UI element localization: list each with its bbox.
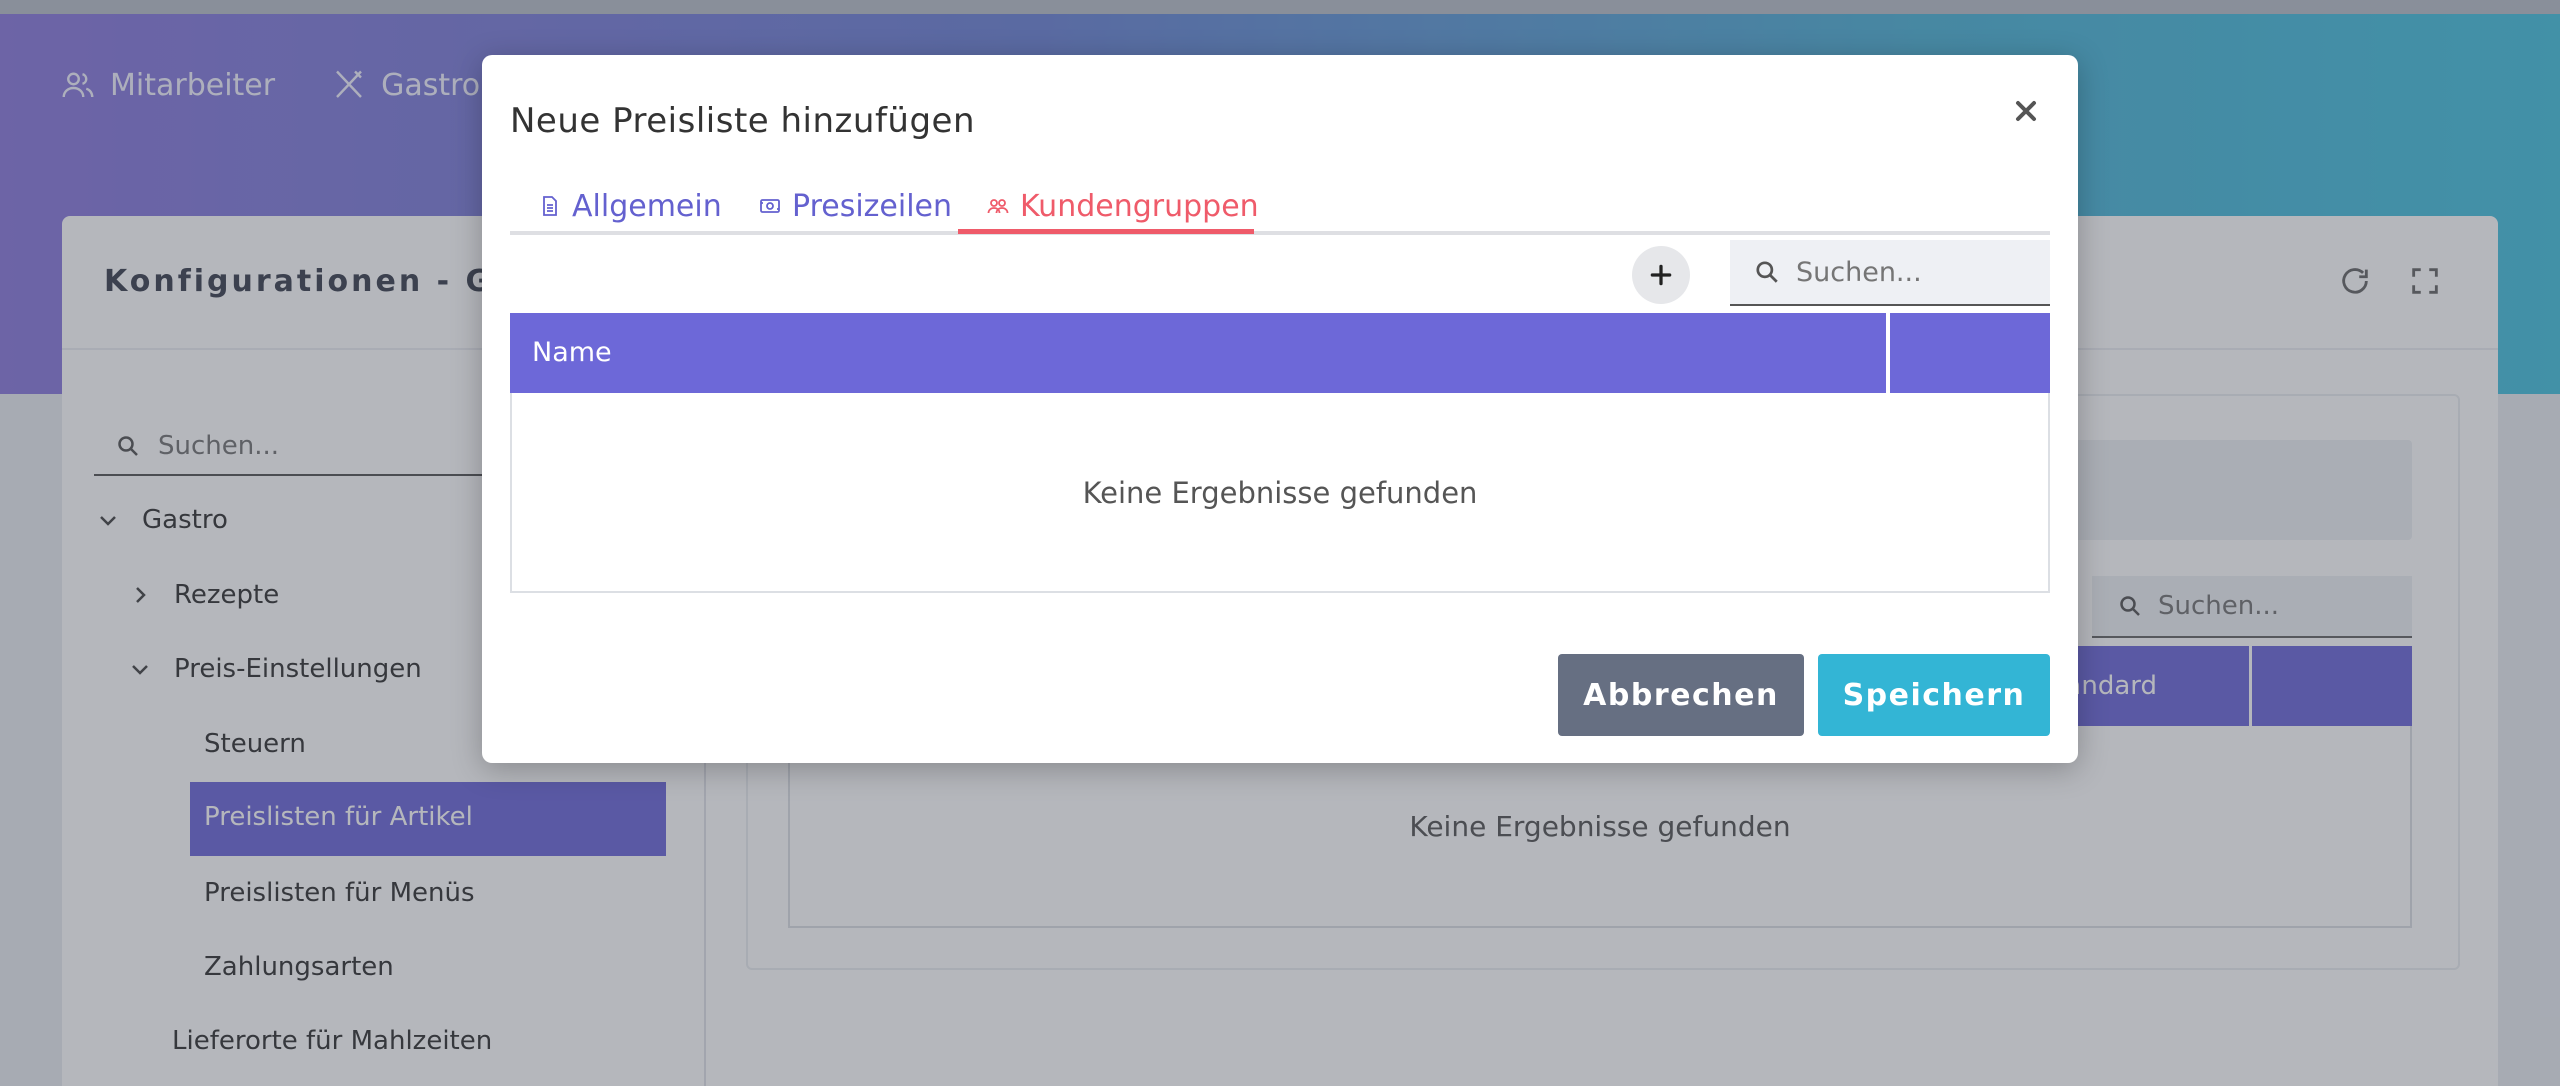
tab-label: Kundengruppen	[1020, 188, 1259, 224]
plus-icon	[1650, 264, 1672, 286]
tabs-baseline	[510, 231, 2050, 235]
close-icon	[2016, 101, 2036, 121]
column-name[interactable]: Name	[532, 313, 612, 393]
users-icon	[987, 199, 1009, 214]
tab-label: Allgemein	[572, 188, 722, 224]
save-button[interactable]: Speichern	[1818, 654, 2050, 736]
close-button[interactable]	[2002, 87, 2050, 135]
tab-label: Presizeilen	[792, 188, 953, 224]
tab-kundengruppen[interactable]: Kundengruppen	[986, 179, 1259, 233]
active-tab-indicator	[958, 229, 1254, 234]
dialog-search-input[interactable]	[1796, 256, 2036, 288]
dialog-title: Neue Preisliste hinzufügen	[510, 101, 976, 141]
search-icon	[1756, 261, 1778, 283]
cancel-button[interactable]: Abbrechen	[1558, 654, 1804, 736]
empty-message: Keine Ergebnisse gefunden	[1082, 476, 1478, 510]
money-icon	[760, 199, 780, 213]
add-button[interactable]	[1632, 246, 1690, 304]
customer-groups-table-body: Keine Ergebnisse gefunden	[510, 393, 2050, 593]
column-divider	[1886, 313, 1890, 393]
tab-allgemein[interactable]: Allgemein	[538, 179, 722, 233]
document-icon	[543, 196, 557, 216]
tab-presizeilen[interactable]: Presizeilen	[758, 179, 952, 233]
dialog-search	[1730, 240, 2050, 306]
price-list-dialog: Neue Preisliste hinzufügen Allgemein Pre…	[482, 55, 2078, 763]
customer-groups-table-header: Name	[510, 313, 2050, 393]
